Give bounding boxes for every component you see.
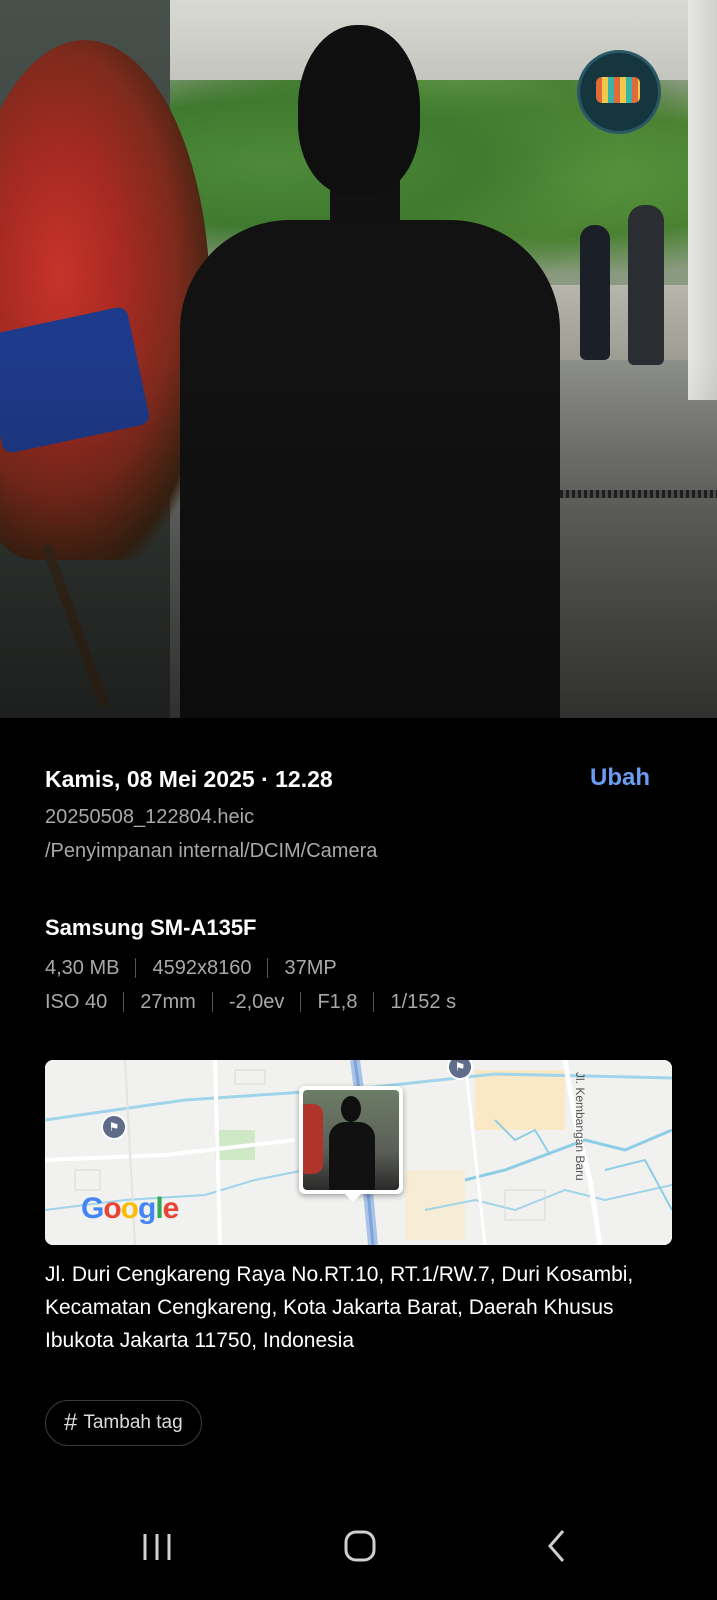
recent-apps-button[interactable] [116, 1520, 196, 1580]
street-label: Jl. Kembangan Baru [573, 1072, 587, 1181]
back-icon [548, 1530, 565, 1562]
home-icon [344, 1530, 376, 1562]
iso: ISO 40 [45, 991, 108, 1013]
file-size: 4,30 MB [45, 957, 120, 979]
aperture: F1,8 [300, 992, 373, 1012]
file-specs: 4,30 MB 4592x8160 37MP [45, 954, 353, 982]
file-name: 20250508_122804.heic [45, 806, 255, 828]
map-marker-pointer [343, 1192, 363, 1202]
megapixels: 37MP [267, 958, 352, 978]
file-path: /Penyimpanan internal/DCIM/Camera [45, 840, 378, 862]
map-photo-marker[interactable] [299, 1086, 403, 1194]
focal-length: 27mm [123, 992, 212, 1012]
camera-specs: ISO 40 27mm -2,0ev F1,8 1/152 s [45, 988, 472, 1016]
hashtag-icon: # [64, 1409, 78, 1436]
recent-apps-icon [143, 1534, 171, 1560]
add-tag-label: Tambah tag [83, 1412, 183, 1433]
back-button[interactable] [520, 1520, 600, 1580]
navigation-bar [0, 1500, 717, 1600]
location-map[interactable]: ⚑ ⚑ Jl. Kembangan Baru Google [45, 1060, 672, 1245]
add-tag-button[interactable]: # Tambah tag [45, 1400, 202, 1446]
device-name: Samsung SM-A135F [45, 915, 257, 940]
google-logo: Google [81, 1192, 179, 1225]
train-station-icon: ⚑ [101, 1114, 127, 1140]
date-row: Kamis, 08 Mei 2025 · 12.28 Ubah [45, 764, 675, 800]
location-address: Jl. Duri Cengkareng Raya No.RT.10, RT.1/… [45, 1263, 634, 1352]
details-panel: Kamis, 08 Mei 2025 · 12.28 Ubah 20250508… [0, 718, 717, 1518]
home-button[interactable] [320, 1520, 400, 1580]
photo-preview[interactable] [0, 0, 717, 718]
photo-datetime: Kamis, 08 Mei 2025 · 12.28 [45, 766, 333, 792]
resolution: 4592x8160 [135, 958, 267, 978]
exposure: -2,0ev [211, 992, 301, 1012]
shutter-speed: 1/152 s [373, 992, 472, 1012]
edit-button[interactable]: Ubah [590, 764, 650, 792]
